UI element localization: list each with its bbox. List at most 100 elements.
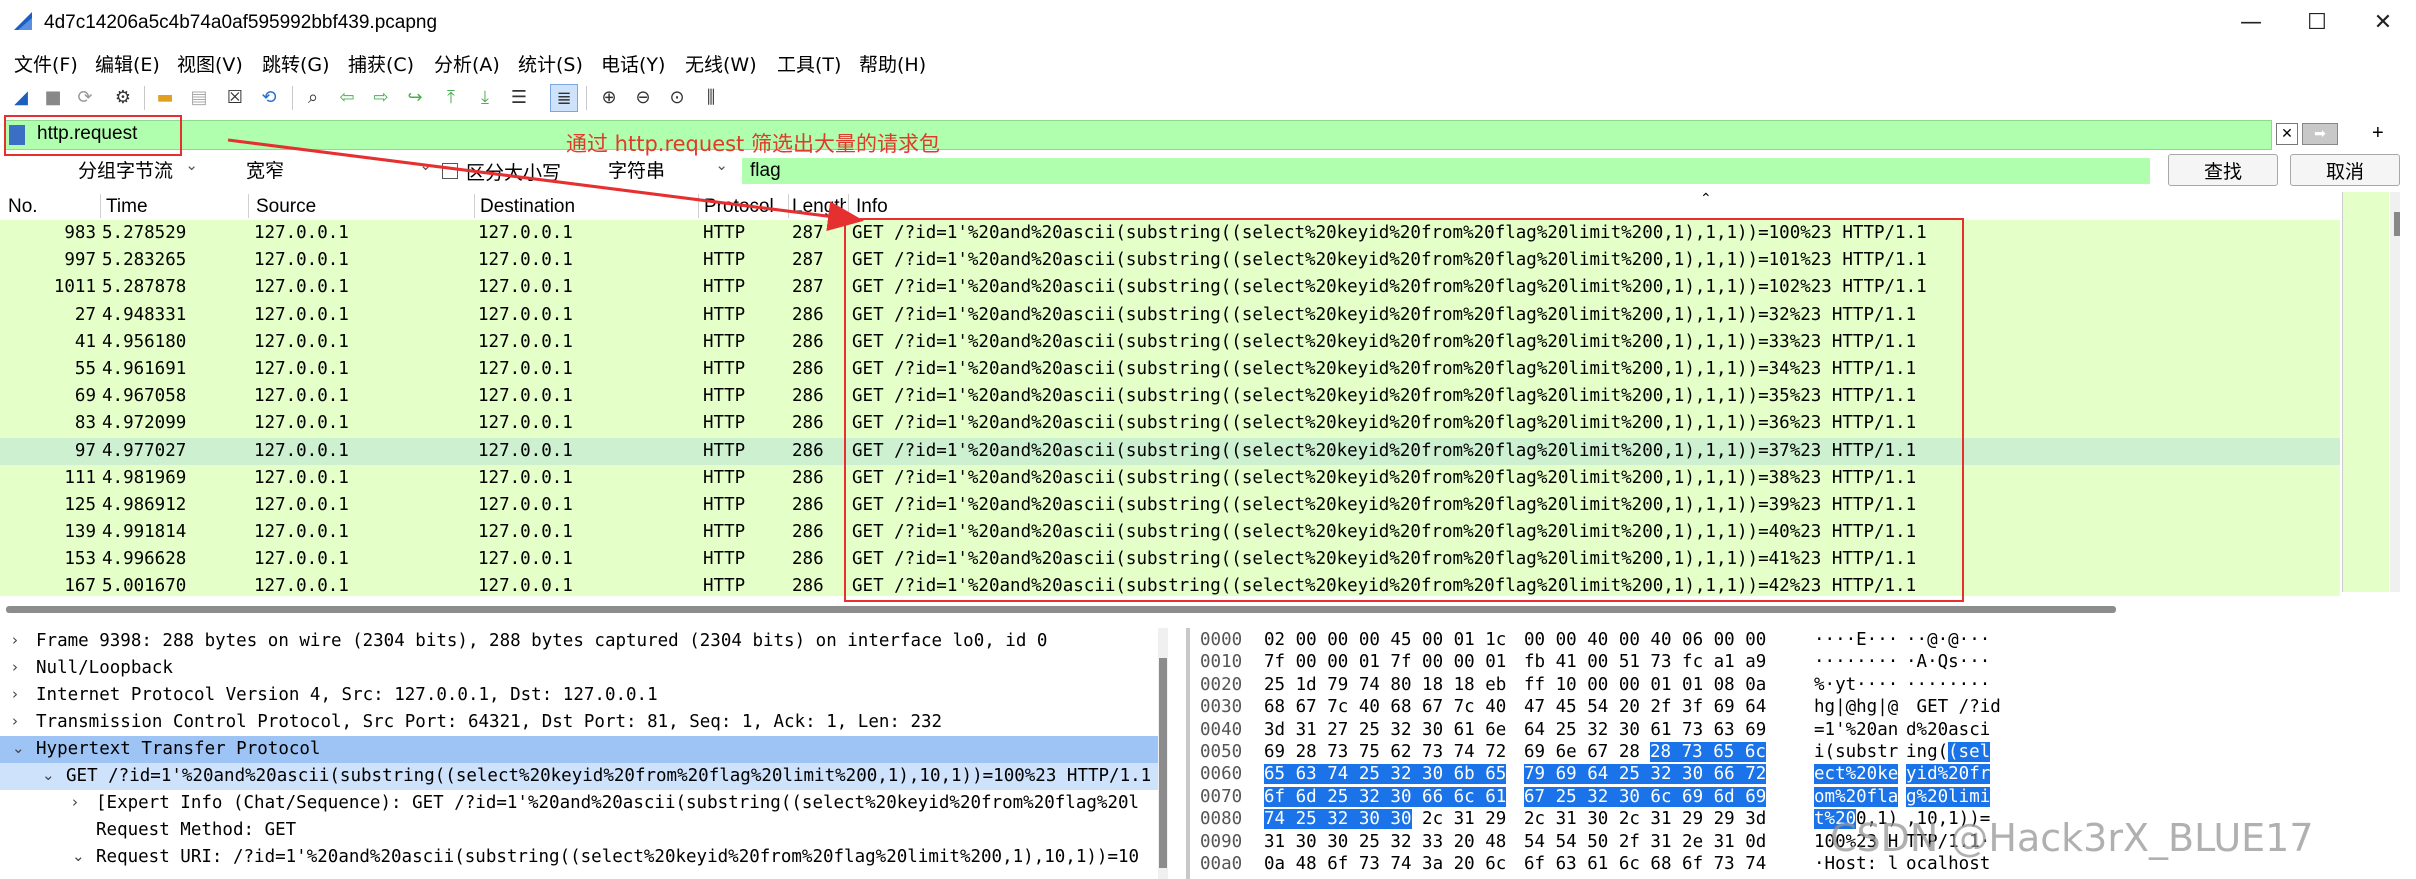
- detail-row[interactable]: › Internet Protocol Version 4, Src: 127.0…: [0, 682, 1168, 709]
- apply-filter-icon[interactable]: ➡: [2302, 123, 2338, 145]
- scrollbar-thumb[interactable]: [1159, 658, 1167, 868]
- bytes-row[interactable]: 0040 3d 31 27 25 32 30 61 6e 64 25 32 30 6…: [1196, 718, 2416, 740]
- stop-icon[interactable]: ■: [40, 84, 66, 110]
- packet-list-hscroll-thumb[interactable]: [6, 606, 2116, 613]
- column-no[interactable]: No.: [8, 196, 98, 218]
- packet-cell-dst: 127.0.0.1: [478, 250, 573, 271]
- menu-help[interactable]: 帮助(H): [859, 50, 926, 77]
- menu-go[interactable]: 跳转(G): [262, 50, 330, 77]
- close-icon: ✕: [2373, 9, 2393, 35]
- collapsed-chevron-icon[interactable]: ›: [12, 712, 18, 730]
- expanded-chevron-icon[interactable]: ⌄: [42, 766, 55, 784]
- column-time[interactable]: Time: [106, 196, 246, 218]
- detail-row[interactable]: ⌄ Hypertext Transfer Protocol: [0, 736, 1168, 763]
- search-in-select[interactable]: 分组字节流 ⌄: [78, 156, 198, 184]
- detail-row[interactable]: › [Expert Info (Chat/Sequence): GET /?id=…: [0, 790, 1168, 817]
- bytes-row[interactable]: 0000 02 00 00 00 45 00 01 1c 00 00 40 00 4…: [1196, 628, 2416, 650]
- search-type-select[interactable]: 字符串 ⌄: [608, 156, 728, 184]
- scrollbar-thumb[interactable]: [2394, 212, 2400, 236]
- char-width-select[interactable]: 宽窄 ⌄: [246, 156, 432, 184]
- bytes-row[interactable]: 0010 7f 00 00 01 7f 00 00 01 fb 41 00 51 7…: [1196, 650, 2416, 672]
- detail-row[interactable]: › Transmission Control Protocol, Src Port…: [0, 709, 1168, 736]
- packet-cell-no: 153: [64, 549, 96, 570]
- bytes-row[interactable]: 0060 65 63 74 25 32 30 6b 65 79 69 64 25 3…: [1196, 762, 2416, 785]
- last-packet-icon[interactable]: ⤓: [472, 84, 498, 110]
- resize-columns-icon[interactable]: ⫼: [698, 84, 724, 110]
- open-file-icon[interactable]: ▤: [186, 84, 212, 110]
- options-gear-icon[interactable]: ⚙: [110, 84, 136, 110]
- minimize-button[interactable]: —: [2218, 0, 2284, 44]
- detail-row[interactable]: ⌄ Request URI: /?id=1'%20and%20ascii(subs…: [0, 844, 1168, 871]
- expanded-chevron-icon[interactable]: ⌄: [72, 847, 85, 865]
- cancel-button[interactable]: 取消: [2290, 154, 2400, 186]
- collapsed-chevron-icon[interactable]: ›: [12, 658, 18, 676]
- open-folder-icon[interactable]: ▬: [152, 84, 178, 110]
- title-bar: 4d7c14206a5c4b74a0af595992bbf439.pcapng …: [0, 0, 2416, 44]
- packet-cell-src: 127.0.0.1: [254, 331, 349, 352]
- menu-telephony[interactable]: 电话(Y): [601, 50, 665, 77]
- bytes-row[interactable]: 0030 68 67 7c 40 68 67 7c 40 47 45 54 20 2…: [1196, 695, 2416, 717]
- bytes-hex: 0a 48 6f 73 74 3a 20 6c: [1264, 853, 1507, 874]
- menu-analyze[interactable]: 分析(A): [434, 50, 500, 77]
- find-button[interactable]: 查找: [2168, 154, 2278, 186]
- bytes-offset: 0060: [1200, 764, 1243, 785]
- autoscroll-icon[interactable]: ☰: [506, 84, 532, 110]
- maximize-button[interactable]: ☐: [2284, 0, 2350, 44]
- add-filter-button-icon[interactable]: +: [2372, 122, 2384, 145]
- menu-file[interactable]: 文件(F): [14, 50, 78, 77]
- pane-divider[interactable]: [1186, 628, 1190, 879]
- column-info[interactable]: Info: [856, 196, 1056, 218]
- detail-row[interactable]: Request Method: GET: [0, 817, 1168, 844]
- bytes-hex: 67 25 32 30 6c 69 6d 69: [1524, 786, 1767, 807]
- close-file-icon[interactable]: ☒: [222, 84, 248, 110]
- collapsed-chevron-icon[interactable]: ›: [12, 685, 18, 703]
- back-arrow-icon[interactable]: ⇦: [334, 84, 360, 110]
- close-button[interactable]: ✕: [2350, 0, 2416, 44]
- reload-icon[interactable]: ⟲: [256, 84, 282, 110]
- menu-wireless[interactable]: 无线(W): [685, 50, 757, 77]
- detail-row[interactable]: › Frame 9398: 288 bytes on wire (2304 bit…: [0, 628, 1168, 655]
- packet-list-scrollbar[interactable]: [2390, 192, 2400, 592]
- bytes-row[interactable]: 0070 6f 6d 25 32 30 66 6c 61 67 25 32 30 6…: [1196, 785, 2416, 807]
- expanded-chevron-icon[interactable]: ⌄: [12, 739, 25, 757]
- menu-view[interactable]: 视图(V): [177, 50, 243, 77]
- column-destination[interactable]: Destination: [480, 196, 696, 218]
- shark-fin-start-icon[interactable]: ◢: [8, 84, 34, 110]
- column-protocol[interactable]: Protocol: [704, 196, 788, 218]
- clear-filter-icon[interactable]: ✕: [2276, 123, 2298, 145]
- display-filter-input[interactable]: http.request: [4, 120, 2272, 150]
- restart-icon[interactable]: ⟳: [72, 84, 98, 110]
- packet-minimap[interactable]: [2342, 192, 2389, 592]
- menu-statistics[interactable]: 统计(S): [518, 50, 583, 77]
- packet-cell-proto: HTTP: [703, 331, 746, 352]
- case-sensitive-checkbox[interactable]: [442, 163, 458, 179]
- bytes-offset: 0080: [1200, 809, 1243, 830]
- zoom-out-icon[interactable]: ⊖: [630, 84, 656, 110]
- menu-edit[interactable]: 编辑(E): [95, 50, 160, 77]
- bytes-offset: 0050: [1200, 741, 1243, 762]
- forward-arrow-icon[interactable]: ⇨: [368, 84, 394, 110]
- wireshark-fin-icon: [14, 12, 32, 30]
- collapsed-chevron-icon[interactable]: ›: [12, 631, 18, 649]
- go-to-packet-icon[interactable]: ↪: [402, 84, 428, 110]
- menu-capture[interactable]: 捕获(C): [348, 50, 414, 77]
- detail-row[interactable]: ⌄ GET /?id=1'%20and%20ascii(substring((se…: [0, 763, 1168, 790]
- column-source[interactable]: Source: [256, 196, 472, 218]
- detail-row[interactable]: › Null/Loopback: [0, 655, 1168, 682]
- bytes-hex: 68 67 7c 40 68 67 7c 40: [1264, 697, 1507, 718]
- search-input[interactable]: flag: [742, 158, 2150, 184]
- collapsed-chevron-icon[interactable]: ›: [72, 793, 78, 811]
- column-length[interactable]: Length: [792, 196, 846, 218]
- bytes-row[interactable]: 0020 25 1d 79 74 80 18 18 eb ff 10 00 00 0…: [1196, 673, 2416, 695]
- bytes-row[interactable]: 0050 69 28 73 75 62 73 74 72 69 6e 67 28 2…: [1196, 740, 2416, 762]
- menu-tools[interactable]: 工具(T): [777, 50, 841, 77]
- bytes-offset: 0040: [1200, 719, 1243, 740]
- colorize-icon[interactable]: ≣: [550, 84, 578, 112]
- bytes-ascii: ········: [1814, 652, 1899, 673]
- find-icon[interactable]: ⌕: [300, 84, 326, 110]
- packet-cell-len: 286: [792, 386, 824, 407]
- normal-size-icon[interactable]: ⊙: [664, 84, 690, 110]
- first-packet-icon[interactable]: ⤒: [438, 84, 464, 110]
- zoom-in-icon[interactable]: ⊕: [596, 84, 622, 110]
- details-scrollbar[interactable]: [1158, 628, 1168, 879]
